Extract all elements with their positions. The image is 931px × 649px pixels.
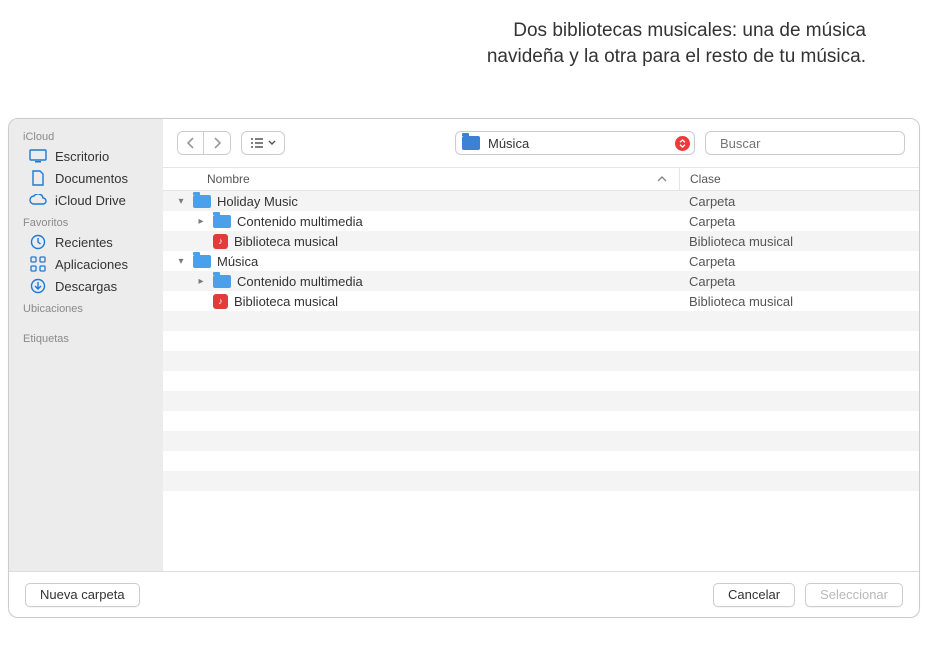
file-kind: Carpeta	[679, 274, 919, 289]
folder-icon	[193, 255, 211, 268]
path-label: Música	[488, 136, 529, 151]
column-kind-label: Clase	[690, 172, 721, 186]
disclosure-triangle-icon[interactable]: ▸	[195, 216, 207, 227]
sidebar-item-label: Recientes	[55, 235, 113, 250]
disclosure-triangle-icon[interactable]: ▸	[195, 276, 207, 287]
music-library-icon: ♪	[213, 294, 228, 309]
sidebar-item-icloud-drive[interactable]: iCloud Drive	[9, 189, 163, 211]
caption-text: Dos bibliotecas musicales: una de música…	[436, 18, 866, 69]
folder-icon	[213, 215, 231, 228]
sidebar-item-aplicaciones[interactable]: Aplicaciones	[9, 253, 163, 275]
folder-icon	[193, 195, 211, 208]
table-row	[163, 351, 919, 371]
search-field[interactable]	[705, 131, 905, 155]
view-options-button[interactable]	[241, 131, 285, 155]
path-popup-button[interactable]: Música	[455, 131, 695, 155]
disclosure-triangle-icon[interactable]: ▾	[175, 256, 187, 267]
file-kind: Carpeta	[679, 214, 919, 229]
sidebar-item-recientes[interactable]: Recientes	[9, 231, 163, 253]
dialog-footer: Nueva carpeta Cancelar Seleccionar	[9, 571, 919, 617]
column-name-label: Nombre	[207, 172, 250, 186]
sidebar-section-etiquetas: Etiquetas	[9, 327, 163, 347]
sidebar-item-label: iCloud Drive	[55, 193, 126, 208]
table-row	[163, 331, 919, 351]
sidebar-item-label: Descargas	[55, 279, 117, 294]
desktop-monitor-icon	[29, 147, 47, 165]
sidebar-item-escritorio[interactable]: Escritorio	[9, 145, 163, 167]
select-button[interactable]: Seleccionar	[805, 583, 903, 607]
file-name: Biblioteca musical	[234, 234, 338, 249]
sidebar-item-documentos[interactable]: Documentos	[9, 167, 163, 189]
sidebar-section-favoritos: Favoritos	[9, 211, 163, 231]
table-row[interactable]: ♪ Biblioteca musical Biblioteca musical	[163, 231, 919, 251]
search-input[interactable]	[720, 136, 896, 151]
file-name: Música	[217, 254, 258, 269]
file-list[interactable]: ▾ Holiday Music Carpeta ▸ Contenido multimed…	[163, 191, 919, 571]
content-pane: Música Nombre Clase	[163, 119, 919, 571]
sidebar-item-label: Escritorio	[55, 149, 109, 164]
cancel-button[interactable]: Cancelar	[713, 583, 795, 607]
document-icon	[29, 169, 47, 187]
chevron-left-icon	[186, 137, 195, 149]
path-expand-badge[interactable]	[675, 136, 690, 151]
table-row	[163, 451, 919, 471]
file-name: Contenido multimedia	[237, 274, 363, 289]
sidebar: iCloud Escritorio Documentos iCloud Driv…	[9, 119, 163, 571]
forward-button[interactable]	[204, 132, 230, 154]
column-header-name[interactable]: Nombre	[163, 172, 679, 186]
sort-ascending-icon	[657, 176, 667, 183]
file-kind: Carpeta	[679, 254, 919, 269]
clock-icon	[29, 233, 47, 251]
folder-icon	[462, 136, 480, 150]
table-row	[163, 471, 919, 491]
file-name: Holiday Music	[217, 194, 298, 209]
chevron-right-icon	[213, 137, 222, 149]
file-name: Contenido multimedia	[237, 214, 363, 229]
file-kind: Biblioteca musical	[679, 294, 919, 309]
column-header-row: Nombre Clase	[163, 167, 919, 191]
file-kind: Biblioteca musical	[679, 234, 919, 249]
file-name: Biblioteca musical	[234, 294, 338, 309]
updown-chevron-icon	[678, 139, 687, 148]
column-header-kind[interactable]: Clase	[679, 168, 919, 190]
nav-history-buttons	[177, 131, 231, 155]
apps-grid-icon	[29, 255, 47, 273]
chevron-down-icon	[268, 140, 276, 146]
table-row	[163, 491, 919, 511]
back-button[interactable]	[178, 132, 204, 154]
sidebar-item-label: Documentos	[55, 171, 128, 186]
table-row[interactable]: ▸ Contenido multimedia Carpeta	[163, 211, 919, 231]
table-row[interactable]: ▾ Holiday Music Carpeta	[163, 191, 919, 211]
table-row	[163, 371, 919, 391]
table-row	[163, 311, 919, 331]
table-row	[163, 411, 919, 431]
music-library-icon: ♪	[213, 234, 228, 249]
toolbar: Música	[163, 119, 919, 167]
sidebar-section-icloud: iCloud	[9, 125, 163, 145]
open-dialog-window: iCloud Escritorio Documentos iCloud Driv…	[8, 118, 920, 618]
table-row[interactable]: ♪ Biblioteca musical Biblioteca musical	[163, 291, 919, 311]
sidebar-item-label: Aplicaciones	[55, 257, 128, 272]
table-row[interactable]: ▸ Contenido multimedia Carpeta	[163, 271, 919, 291]
sidebar-item-descargas[interactable]: Descargas	[9, 275, 163, 297]
new-folder-button[interactable]: Nueva carpeta	[25, 583, 140, 607]
download-icon	[29, 277, 47, 295]
table-row	[163, 391, 919, 411]
sidebar-section-ubicaciones: Ubicaciones	[9, 297, 163, 317]
table-row[interactable]: ▾ Música Carpeta	[163, 251, 919, 271]
cloud-icon	[29, 191, 47, 209]
disclosure-triangle-icon[interactable]: ▾	[175, 196, 187, 207]
file-kind: Carpeta	[679, 194, 919, 209]
table-row	[163, 431, 919, 451]
folder-icon	[213, 275, 231, 288]
list-view-icon	[250, 137, 264, 149]
